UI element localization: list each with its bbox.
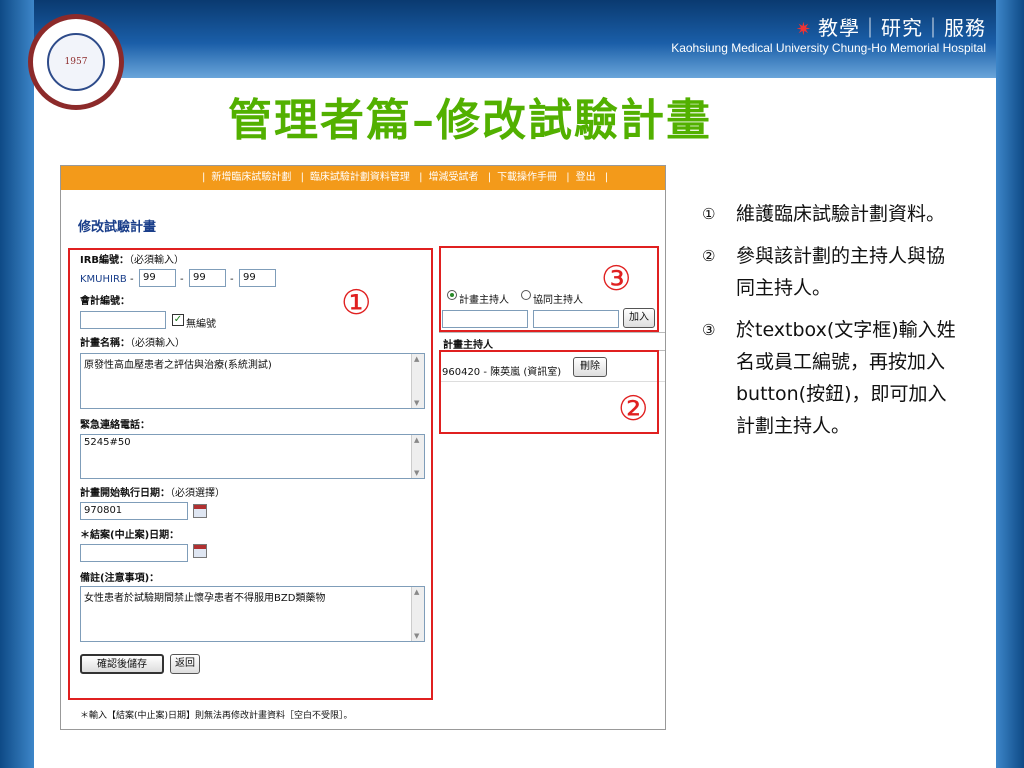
admin-form-screenshot: | 新增臨床試驗計劃 | 臨床試驗計劃資料管理 | 增減受試者 | 下載操作手冊 | 登出… xyxy=(60,165,666,730)
explanation-notes: ① 維護臨床試驗計劃資料。 ② 參與該計劃的主持人與協同主持人。 ③ 於textbox… xyxy=(700,198,960,452)
callout-number-1: ① xyxy=(341,283,372,323)
hospital-name: Kaohsiung Medical University Chung-Ho Me… xyxy=(671,41,986,55)
nav-bar: | 新增臨床試驗計劃 | 臨床試驗計劃資料管理 | 增減受試者 | 下載操作手冊 | 登出… xyxy=(61,166,665,190)
investigator-list-header: 計畫主持人 xyxy=(443,340,493,351)
note-item: ① 維護臨床試驗計劃資料。 xyxy=(702,203,946,225)
star-icon: ✷ xyxy=(795,19,812,40)
right-side-band xyxy=(996,0,1024,768)
left-side-band xyxy=(0,0,34,768)
end-date-footnote: ＊輸入【結案(中止案)日期】則無法再修改計畫資料［空白不受限］。 xyxy=(80,711,353,721)
note-item: ③ 於textbox(文字框)輸入姓名或員工編號，再按加入button(按鈕)，即… xyxy=(702,319,956,437)
tagline-text: 教學｜研究｜服務 xyxy=(818,16,986,40)
callout-number-2: ② xyxy=(618,389,649,429)
nav-item-manual[interactable]: 下載操作手冊 xyxy=(497,172,557,183)
callout-box-1 xyxy=(68,248,433,700)
tagline: ✷ 教學｜研究｜服務 xyxy=(796,12,986,41)
form-title: 修改試驗計畫 xyxy=(78,220,157,235)
callout-number-3: ③ xyxy=(601,259,632,299)
nav-item-new-plan[interactable]: 新增臨床試驗計劃 xyxy=(211,172,291,183)
note-item: ② 參與該計劃的主持人與協同主持人。 xyxy=(702,245,946,299)
nav-item-subjects[interactable]: 增減受試者 xyxy=(429,172,479,183)
slide-title: 管理者篇–修改試驗計畫 xyxy=(228,95,712,146)
university-logo: 1957 xyxy=(28,14,124,110)
logo-year: 1957 xyxy=(47,33,105,91)
nav-item-plan-management[interactable]: 臨床試驗計劃資料管理 xyxy=(310,172,410,183)
nav-item-logout[interactable]: 登出 xyxy=(576,172,596,183)
